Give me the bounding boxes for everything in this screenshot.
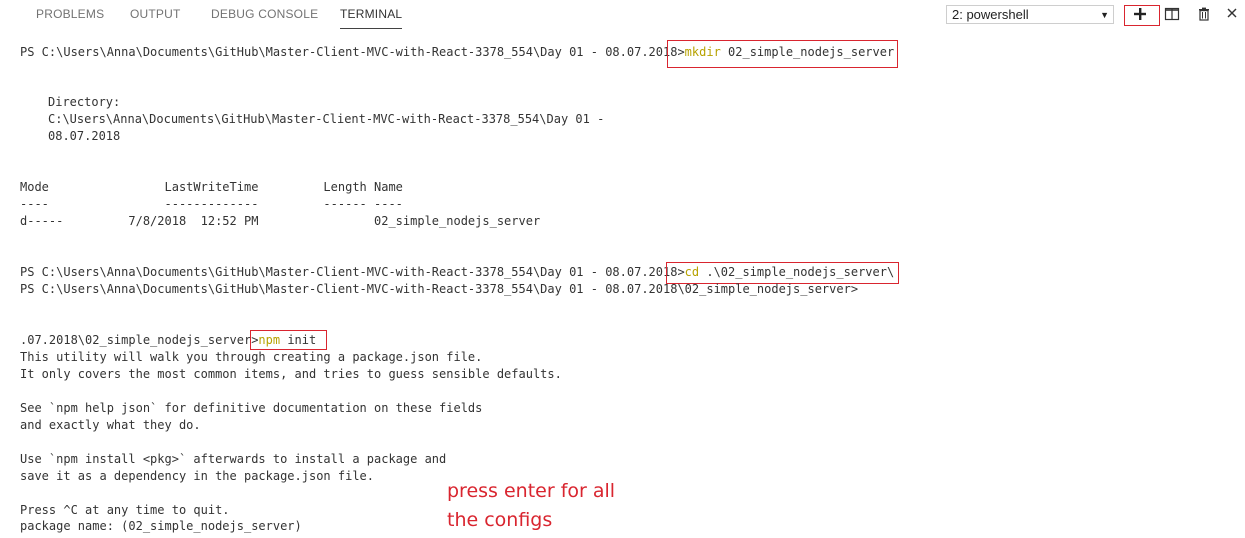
terminal-line: Press ^C at any time to quit. — [20, 503, 230, 517]
new-terminal-button[interactable] — [1129, 5, 1151, 25]
split-terminal-icon — [1164, 7, 1180, 21]
terminal-line: Use `npm install <pkg>` afterwards to in… — [20, 452, 447, 466]
command-text: cd — [684, 265, 700, 279]
terminal-line: PS C:\Users\Anna\Documents\GitHub\Master… — [20, 282, 859, 296]
tab-terminal[interactable]: TERMINAL — [340, 7, 403, 29]
tab-debug-console[interactable]: DEBUG CONSOLE — [211, 7, 318, 21]
panel-header: PROBLEMS OUTPUT DEBUG CONSOLE TERMINAL 2… — [0, 0, 1245, 32]
terminal-line: It only covers the most common items, an… — [20, 367, 562, 381]
chevron-down-icon: ▼ — [1100, 10, 1109, 20]
terminal-line: Directory: — [48, 95, 121, 109]
terminal-line: d----- 7/8/2018 12:52 PM 02_simple_nodej… — [20, 214, 541, 228]
tab-problems[interactable]: PROBLEMS — [36, 7, 104, 21]
terminal-line: ---- ------------- ------ ---- — [20, 197, 403, 211]
terminal-line: PS C:\Users\Anna\Documents\GitHub\Master… — [20, 44, 894, 61]
terminal-line: 08.07.2018 — [48, 129, 121, 143]
terminal-line: and exactly what they do. — [20, 418, 201, 432]
tab-output[interactable]: OUTPUT — [130, 7, 181, 21]
kill-terminal-button[interactable] — [1193, 5, 1215, 25]
command-arg: .\02_simple_nodejs_server\ — [699, 265, 895, 279]
terminal-line: .07.2018\02_simple_nodejs_server>npm ini… — [20, 332, 316, 349]
command-text: npm — [258, 333, 281, 347]
terminal-line: Mode LastWriteTime Length Name — [20, 180, 403, 194]
split-terminal-button[interactable] — [1161, 5, 1183, 25]
terminal-select[interactable]: 2: powershell ▼ — [946, 5, 1114, 24]
terminal-select-value: 2: powershell — [952, 7, 1029, 22]
prompt-text: PS C:\Users\Anna\Documents\GitHub\Master… — [20, 45, 685, 59]
plus-icon — [1134, 8, 1146, 20]
annotation-line-1: press enter for all — [447, 480, 616, 502]
terminal-line: C:\Users\Anna\Documents\GitHub\Master-Cl… — [48, 112, 605, 126]
command-text: mkdir — [684, 45, 721, 59]
terminal-line: package name: (02_simple_nodejs_server) — [20, 519, 302, 533]
terminal-line: This utility will walk you through creat… — [20, 350, 483, 364]
annotation-line-2: the configs — [447, 509, 553, 531]
trash-icon — [1199, 7, 1209, 21]
close-panel-button[interactable] — [1221, 5, 1243, 25]
terminal-line: See `npm help json` for definitive docum… — [20, 401, 483, 415]
prompt-text: PS C:\Users\Anna\Documents\GitHub\Master… — [20, 265, 685, 279]
terminal-line: PS C:\Users\Anna\Documents\GitHub\Master… — [20, 264, 894, 281]
command-arg: 02_simple_nodejs_server — [720, 45, 895, 59]
command-arg: init — [280, 333, 317, 347]
terminal-line: save it as a dependency in the package.j… — [20, 469, 375, 483]
close-icon — [1227, 8, 1237, 18]
prompt-text: .07.2018\02_simple_nodejs_server> — [20, 333, 259, 347]
